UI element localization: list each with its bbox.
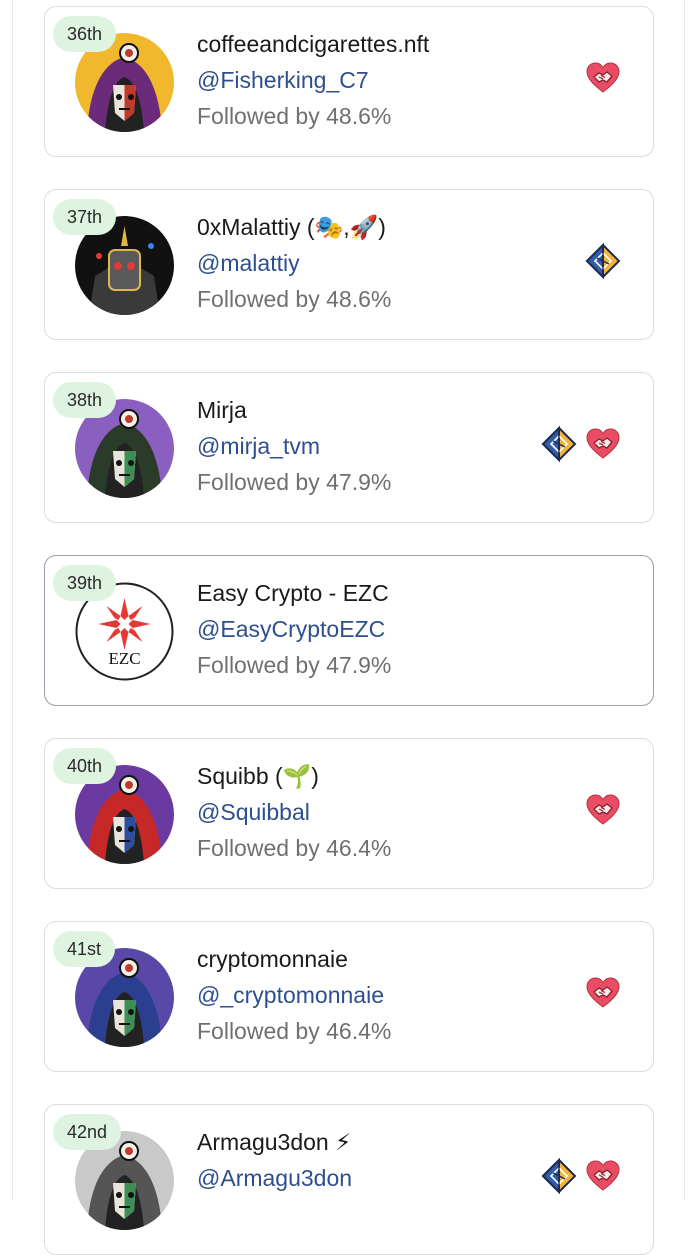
handshake-icon (585, 60, 621, 96)
badge-group (541, 1158, 621, 1194)
followed-by-text: Followed by 47.9% (197, 652, 392, 678)
account-name[interactable]: Easy Crypto - EZC (197, 580, 389, 607)
account-name[interactable]: coffeeandcigarettes.nft (197, 31, 429, 58)
account-name[interactable]: Armagu3don ⚡ (197, 1129, 351, 1156)
handshake-icon (585, 426, 621, 462)
account-name[interactable]: cryptomonnaie (197, 946, 348, 973)
handshake-icon (585, 1158, 621, 1194)
account-list: 36th coffeeandcigarettes.nft @Fisherking… (0, 0, 691, 1255)
followed-by-text: Followed by 48.6% (197, 286, 392, 312)
account-card[interactable]: 40th Squibb (🌱) @Squibbal Followed by 46… (44, 738, 654, 889)
rank-badge: 39th (53, 565, 117, 601)
rank-badge: 42nd (53, 1114, 122, 1150)
account-handle[interactable]: @Armagu3don (197, 1165, 352, 1192)
account-card[interactable]: 41st cryptomonnaie @_cryptomonnaie Follo… (44, 921, 654, 1072)
account-handle[interactable]: @Fisherking_C7 (197, 67, 369, 94)
rank-badge: 36th (53, 16, 117, 52)
badge-group (585, 60, 621, 96)
followed-by-text: Followed by 46.4% (197, 1018, 392, 1044)
diamond-badge-icon (585, 243, 621, 279)
account-card[interactable]: 38th Mirja @mirja_tvm Followed by 47.9% (44, 372, 654, 523)
badge-group (541, 426, 621, 462)
account-card[interactable]: 42nd Armagu3don ⚡ @Armagu3don (44, 1104, 654, 1255)
badge-group (585, 243, 621, 279)
account-card[interactable]: EZC 39th Easy Crypto - EZC @EasyCryptoEZ… (44, 555, 654, 706)
account-name[interactable]: Mirja (197, 397, 247, 424)
diamond-badge-icon (541, 1158, 577, 1194)
account-handle[interactable]: @mirja_tvm (197, 433, 320, 460)
account-name[interactable]: Squibb (🌱) (197, 763, 319, 790)
rank-badge: 41st (53, 931, 116, 967)
rank-badge: 40th (53, 748, 117, 784)
followed-by-text: Followed by 46.4% (197, 835, 392, 861)
rank-badge: 38th (53, 382, 117, 418)
account-name[interactable]: 0xMalattiy (🎭,🚀) (197, 214, 386, 241)
rank-badge: 37th (53, 199, 117, 235)
account-card[interactable]: 37th 0xMalattiy (🎭,🚀) @malattiy Followed… (44, 189, 654, 340)
svg-text:EZC: EZC (108, 649, 140, 668)
handshake-icon (585, 975, 621, 1011)
account-handle[interactable]: @_cryptomonnaie (197, 982, 384, 1009)
followed-by-text: Followed by 48.6% (197, 103, 392, 129)
handshake-icon (585, 792, 621, 828)
account-card[interactable]: 36th coffeeandcigarettes.nft @Fisherking… (44, 6, 654, 157)
account-handle[interactable]: @malattiy (197, 250, 300, 277)
account-handle[interactable]: @Squibbal (197, 799, 310, 826)
account-handle[interactable]: @EasyCryptoEZC (197, 616, 385, 643)
badge-group (585, 975, 621, 1011)
followed-by-text: Followed by 47.9% (197, 469, 392, 495)
badge-group (585, 792, 621, 828)
diamond-badge-icon (541, 426, 577, 462)
